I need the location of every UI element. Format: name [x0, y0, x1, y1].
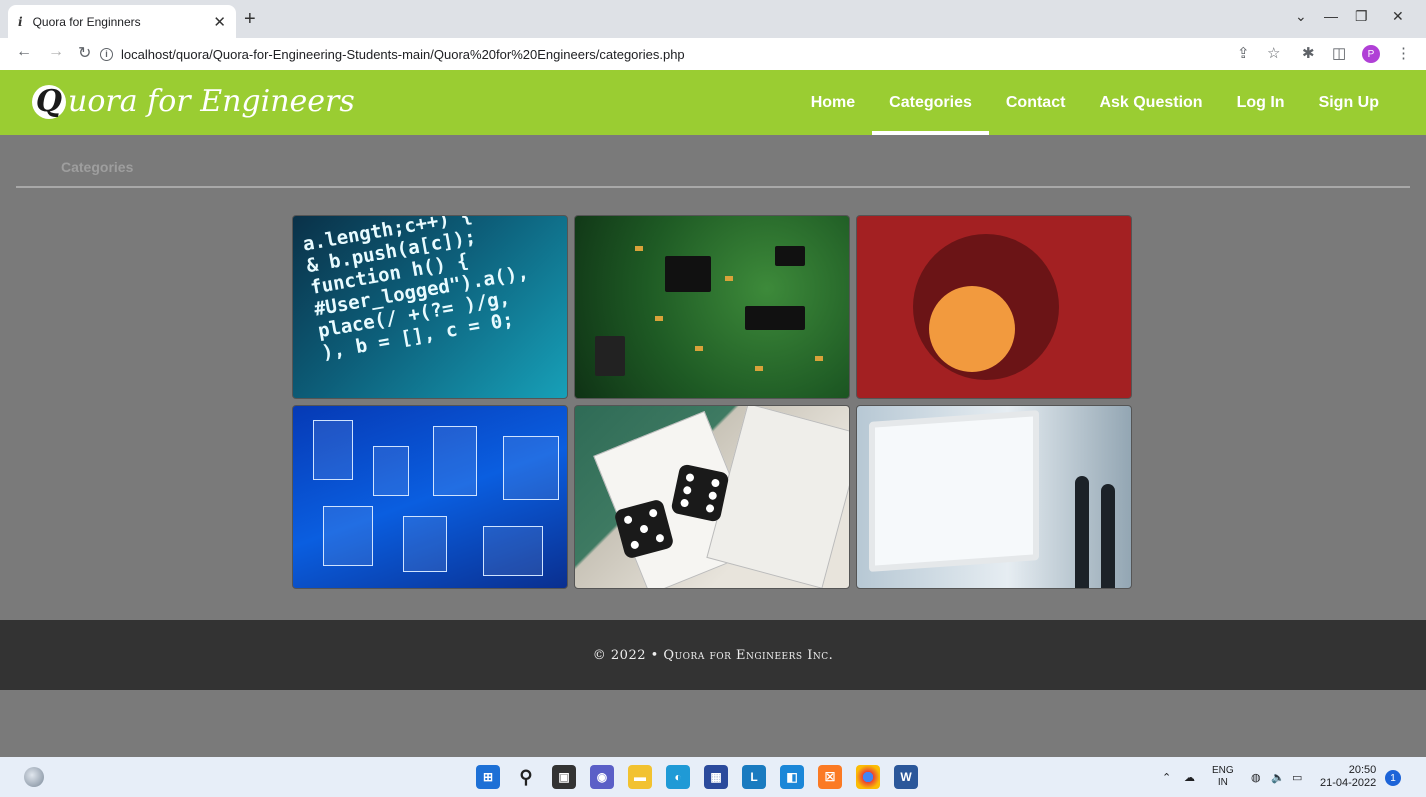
site-logo[interactable]: Q uora for Engineers	[32, 84, 355, 119]
circuit-component	[655, 316, 663, 321]
clock-date: 21-04-2022	[1320, 777, 1377, 789]
file-explorer-icon[interactable]: ▬	[628, 765, 652, 789]
category-card-electronics[interactable]	[574, 215, 850, 399]
circuit-component	[725, 276, 733, 281]
nav-sign-up[interactable]: Sign Up	[1302, 70, 1396, 135]
minimize-icon[interactable]: —	[1324, 8, 1338, 24]
forward-icon[interactable]: →	[48, 43, 64, 61]
code-image: a.length;c++) { & b.push(a[c]); function…	[301, 216, 567, 364]
lang-region: IN	[1217, 777, 1228, 788]
close-tab-icon[interactable]: ✕	[213, 13, 226, 31]
store-icon[interactable]: ▦	[704, 765, 728, 789]
browser-toolbar: ← → ↻ i localhost/quora/Quora-for-Engine…	[0, 38, 1426, 70]
browser-tab[interactable]: i Quora for Enginners ✕	[8, 5, 236, 38]
taskbar-apps: ⊞ ⚲ ▣ ◉ ▬ ◐ ▦ L ◧ ☒ W	[476, 765, 918, 789]
tab-title: Quora for Enginners	[32, 14, 141, 29]
network-cloud-icon[interactable]: ☁	[1184, 757, 1195, 797]
schema-table	[323, 506, 373, 566]
volume-icon[interactable]: 🔈	[1271, 757, 1285, 797]
copyright-text: © 2022 • Quora for Engineers Inc.	[592, 647, 834, 663]
schema-table	[373, 446, 409, 496]
person-silhouette	[1075, 476, 1089, 588]
side-panel-icon[interactable]: ◫	[1332, 44, 1346, 62]
category-card-diagram[interactable]	[856, 215, 1132, 399]
site-footer: © 2022 • Quora for Engineers Inc.	[0, 620, 1426, 690]
globe-icon[interactable]: ◍	[1251, 757, 1261, 797]
category-card-database[interactable]	[292, 405, 568, 589]
chat-icon[interactable]: ◉	[590, 765, 614, 789]
category-card-software[interactable]	[856, 405, 1132, 589]
circuit-chip	[595, 336, 625, 376]
page-breadcrumb: Categories	[61, 159, 134, 175]
url-text: localhost/quora/Quora-for-Engineering-St…	[121, 46, 685, 62]
language-indicator[interactable]: ENG IN	[1212, 757, 1234, 797]
diagram-inner-circle	[929, 286, 1015, 372]
app-l-icon[interactable]: L	[742, 765, 766, 789]
share-icon[interactable]: ⇪	[1237, 44, 1250, 62]
circuit-component	[635, 246, 643, 251]
favicon-icon: i	[18, 14, 23, 29]
os-taskbar: ⊞ ⚲ ▣ ◉ ▬ ◐ ▦ L ◧ ☒ W ⌃ ☁ ENG IN ◍ 🔈 ▭ 2…	[0, 757, 1426, 797]
circuit-component	[695, 346, 703, 351]
person-silhouette	[1101, 484, 1115, 588]
schema-table	[433, 426, 477, 496]
playing-card	[706, 406, 849, 588]
circuit-chip	[745, 306, 805, 330]
circuit-chip	[775, 246, 805, 266]
show-hidden-icons[interactable]: ⌃	[1162, 757, 1171, 797]
circuit-component	[755, 366, 763, 371]
new-tab-button[interactable]: +	[244, 8, 256, 31]
back-icon[interactable]: ←	[16, 43, 32, 61]
schema-table	[503, 436, 559, 500]
close-window-icon[interactable]: ✕	[1392, 8, 1404, 25]
logo-q-badge: Q	[32, 84, 66, 119]
start-icon[interactable]: ⊞	[476, 765, 500, 789]
laptop-screen	[869, 410, 1039, 572]
category-grid: a.length;c++) { & b.push(a[c]); function…	[292, 215, 1132, 589]
battery-icon[interactable]: ▭	[1292, 757, 1302, 797]
vscode-icon[interactable]: ◧	[780, 765, 804, 789]
circuit-chip	[665, 256, 711, 292]
extensions-icon[interactable]: ✱	[1302, 44, 1315, 62]
reload-icon[interactable]: ↻	[78, 43, 91, 63]
site-header: Q uora for Engineers Home Categories Con…	[0, 70, 1426, 135]
profile-avatar[interactable]: P	[1362, 45, 1380, 63]
nav-home[interactable]: Home	[794, 70, 872, 135]
schema-table	[403, 516, 447, 572]
nav-contact[interactable]: Contact	[989, 70, 1083, 135]
clock-time: 20:50	[1348, 764, 1377, 776]
edge-icon[interactable]: ◐	[666, 765, 690, 789]
browser-tab-bar: i Quora for Enginners ✕ + ⌄ — ❐ ✕	[0, 0, 1426, 38]
maximize-icon[interactable]: ❐	[1355, 8, 1368, 25]
divider	[16, 186, 1410, 188]
chrome-icon[interactable]	[856, 765, 880, 789]
main-nav: Home Categories Contact Ask Question Log…	[794, 70, 1396, 135]
system-clock[interactable]: 20:50 21-04-2022	[1320, 764, 1376, 790]
address-bar[interactable]: i localhost/quora/Quora-for-Engineering-…	[100, 42, 1220, 66]
schema-table	[313, 420, 353, 480]
xampp-icon[interactable]: ☒	[818, 765, 842, 789]
nav-ask-question[interactable]: Ask Question	[1082, 70, 1219, 135]
menu-kebab-icon[interactable]: ⋮	[1396, 44, 1411, 62]
schema-table	[483, 526, 543, 576]
info-icon[interactable]: i	[100, 47, 113, 61]
lang-code: ENG	[1212, 765, 1234, 776]
dice-icon	[670, 463, 730, 523]
category-card-code[interactable]: a.length;c++) { & b.push(a[c]); function…	[292, 215, 568, 399]
weather-widget-icon[interactable]	[24, 767, 44, 787]
task-view-icon[interactable]: ▣	[552, 765, 576, 789]
logo-text: uora for Engineers	[68, 84, 355, 119]
word-icon[interactable]: W	[894, 765, 918, 789]
bookmark-star-icon[interactable]: ☆	[1267, 44, 1280, 62]
nav-categories[interactable]: Categories	[872, 70, 989, 135]
chevron-down-icon[interactable]: ⌄	[1295, 8, 1307, 25]
nav-log-in[interactable]: Log In	[1220, 70, 1302, 135]
category-card-probability[interactable]	[574, 405, 850, 589]
circuit-component	[815, 356, 823, 361]
notification-badge[interactable]: 1	[1385, 770, 1401, 786]
search-icon[interactable]: ⚲	[514, 765, 538, 789]
